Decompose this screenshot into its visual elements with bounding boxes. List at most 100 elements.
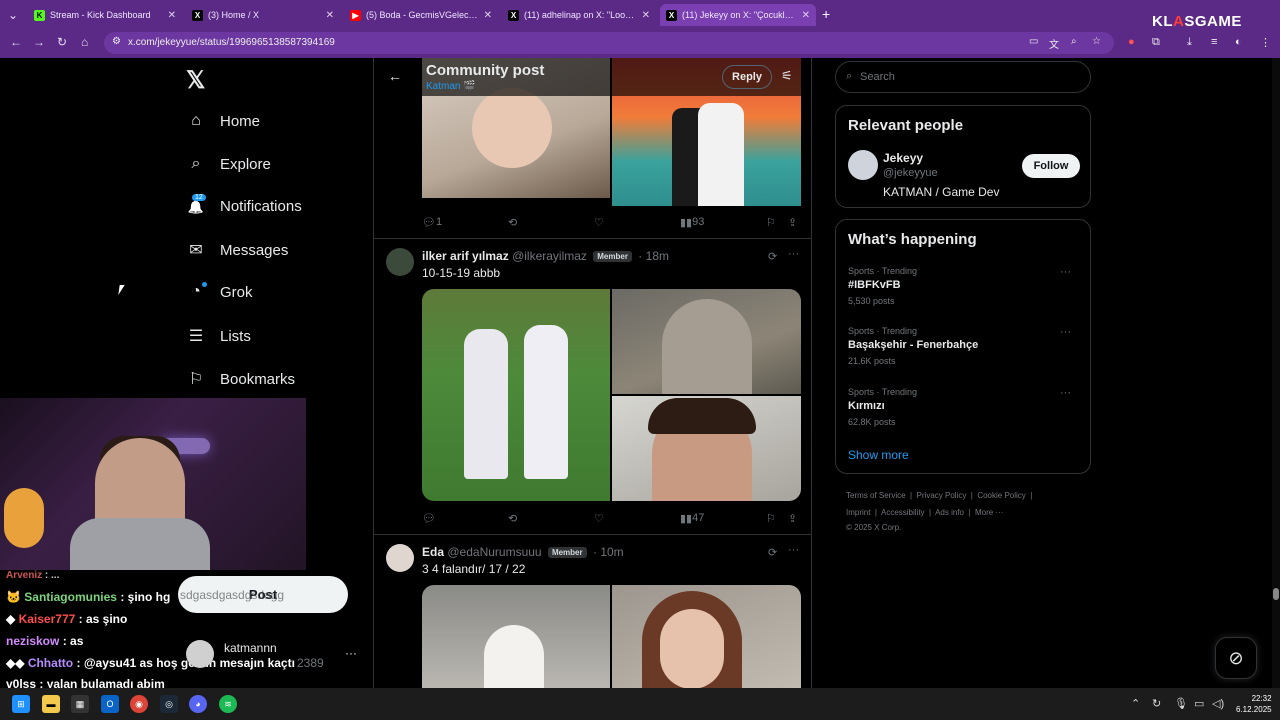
zoom-icon[interactable]: ⌕ bbox=[1071, 36, 1077, 47]
extensions-puzzle-icon[interactable]: ⧉ bbox=[1152, 36, 1160, 49]
profile-icon[interactable]: ◐ bbox=[1235, 36, 1242, 48]
follow-button[interactable]: Follow bbox=[1022, 154, 1080, 178]
share-icon[interactable]: ⇪ bbox=[788, 512, 797, 525]
discord-icon[interactable]: ◕ bbox=[189, 695, 207, 713]
community-name[interactable]: Katman 🎬 bbox=[426, 81, 476, 92]
taskbar-clock[interactable]: 22:32 6.12.2025 bbox=[1236, 693, 1272, 715]
forward-icon[interactable]: → bbox=[33, 35, 45, 49]
tweet-time[interactable]: 10m bbox=[600, 545, 623, 559]
menu-icon[interactable]: ⋮ bbox=[1260, 36, 1271, 49]
show-more-link[interactable]: Show more bbox=[848, 448, 909, 462]
back-icon[interactable]: ← bbox=[10, 35, 22, 49]
scrollbar-thumb[interactable] bbox=[1273, 588, 1279, 600]
more-icon[interactable]: ··· bbox=[1060, 266, 1071, 278]
retweet-icon[interactable]: ⟲ bbox=[508, 512, 517, 525]
more-icon[interactable]: ··· bbox=[788, 248, 799, 260]
account-switcher[interactable] bbox=[186, 640, 224, 668]
download-icon[interactable]: ⤓ bbox=[1187, 36, 1192, 49]
tweet-photo[interactable] bbox=[612, 396, 801, 501]
volume-icon[interactable]: ◁) bbox=[1212, 697, 1224, 710]
tweet-photo[interactable] bbox=[612, 289, 801, 394]
install-icon[interactable]: ▭ bbox=[1029, 36, 1038, 47]
chrome-icon[interactable]: ◉ bbox=[130, 695, 148, 713]
tab-kick[interactable]: K Stream - Kick Dashboard ✕ bbox=[28, 4, 182, 26]
footer-link[interactable]: Terms of Service bbox=[846, 491, 906, 500]
more-icon[interactable]: ··· bbox=[345, 646, 357, 660]
media-icon[interactable]: ≡ bbox=[1211, 36, 1217, 48]
site-info-icon[interactable]: ⚙ bbox=[112, 36, 121, 47]
close-icon[interactable]: ✕ bbox=[484, 10, 492, 21]
share-icon[interactable]: ⇪ bbox=[788, 216, 797, 229]
bookmark-star-icon[interactable]: ☆ bbox=[1092, 36, 1101, 47]
avatar[interactable] bbox=[848, 150, 878, 180]
author-handle[interactable]: @edaNurumsuuu bbox=[447, 545, 541, 559]
bookmark-icon[interactable]: ⚐ bbox=[766, 512, 776, 525]
author-handle[interactable]: @ilkerayilmaz bbox=[512, 249, 587, 263]
tab-x-adhelinap[interactable]: X (11) adhelinap on X: "Looks like ✕ bbox=[502, 4, 656, 26]
more-icon[interactable]: ··· bbox=[1060, 387, 1071, 399]
grok-fab-icon[interactable]: ⊘ bbox=[1215, 637, 1257, 679]
tweet-photo[interactable] bbox=[612, 585, 801, 688]
like-icon[interactable]: ♡ bbox=[594, 216, 604, 229]
translate-icon[interactable]: 文 bbox=[1049, 36, 1059, 51]
microphone-icon[interactable]: 🎙︎ bbox=[1174, 697, 1188, 710]
tray-app-icon[interactable]: ↻ bbox=[1152, 697, 1161, 710]
settings-sliders-icon[interactable]: ⚟ bbox=[781, 68, 793, 84]
footer-link[interactable]: Privacy Policy bbox=[917, 491, 967, 500]
like-icon[interactable]: ♡ bbox=[594, 512, 604, 525]
steam-icon[interactable]: ◎ bbox=[160, 695, 178, 713]
grok-explain-icon[interactable]: ⟳ bbox=[768, 546, 777, 559]
nav-grok[interactable]: ◔ Grok bbox=[186, 283, 252, 301]
trend-name[interactable]: #IBFKvFB bbox=[848, 279, 901, 291]
trend-name[interactable]: Başakşehir - Fenerbahçe bbox=[848, 339, 978, 351]
reply-button[interactable]: Reply bbox=[722, 65, 772, 89]
windows-start-icon[interactable]: ⊞ bbox=[12, 695, 30, 713]
close-icon[interactable]: ✕ bbox=[642, 10, 650, 21]
nav-lists[interactable]: ☰ Lists bbox=[186, 326, 251, 346]
address-bar[interactable]: ⚙ x.com/jekeyyue/status/1996965138587394… bbox=[104, 32, 1114, 54]
close-icon[interactable]: ✕ bbox=[802, 10, 810, 21]
tray-chevron-icon[interactable]: ⌃ bbox=[1131, 697, 1140, 710]
avatar[interactable] bbox=[386, 248, 414, 276]
reply-icon[interactable]: 💬︎ bbox=[422, 512, 436, 525]
monitor-icon[interactable]: ▭ bbox=[1194, 697, 1204, 710]
more-icon[interactable]: ··· bbox=[788, 544, 799, 556]
tab-x-home[interactable]: X (3) Home / X ✕ bbox=[186, 4, 340, 26]
footer-link[interactable]: Accessibility bbox=[881, 508, 925, 517]
nav-home[interactable]: ⌂ Home bbox=[186, 112, 260, 130]
reply-icon[interactable]: 💬︎ 1 bbox=[422, 216, 442, 229]
views-icon[interactable]: ▮▮ 47 bbox=[680, 512, 704, 525]
extension-icon[interactable]: ● bbox=[1128, 36, 1135, 48]
tab-x-jekeyy[interactable]: X (11) Jekeyy on X: "Çocukluğunu ✕ bbox=[660, 4, 816, 26]
bookmark-icon[interactable]: ⚐ bbox=[766, 216, 776, 229]
back-arrow-icon[interactable]: ← bbox=[388, 68, 402, 84]
tab-youtube[interactable]: ▶ (5) Boda - GecmisVGelecek (Offi ✕ bbox=[344, 4, 498, 26]
nav-explore[interactable]: ⌕ Explore bbox=[186, 155, 271, 173]
avatar[interactable] bbox=[386, 544, 414, 572]
trend-name[interactable]: Kırmızı bbox=[848, 400, 885, 412]
reload-icon[interactable]: ↻ bbox=[57, 35, 67, 49]
close-icon[interactable]: ✕ bbox=[168, 10, 176, 21]
author-name[interactable]: ilker arif yılmaz bbox=[422, 249, 509, 263]
file-explorer-icon[interactable]: ▬ bbox=[42, 695, 60, 713]
outlook-icon[interactable]: O bbox=[101, 695, 119, 713]
x-logo-icon[interactable]: 𝕏 bbox=[186, 66, 205, 95]
home-icon[interactable]: ⌂ bbox=[81, 35, 88, 49]
footer-link[interactable]: Cookie Policy bbox=[977, 491, 1025, 500]
spotify-icon[interactable]: ≋ bbox=[219, 695, 237, 713]
views-icon[interactable]: ▮▮ 93 bbox=[680, 216, 704, 229]
scrollbar[interactable] bbox=[1272, 58, 1280, 688]
nav-bookmarks[interactable]: ⚐ Bookmarks bbox=[186, 369, 295, 389]
nav-messages[interactable]: ✉ Messages bbox=[186, 240, 288, 260]
footer-link[interactable]: Imprint bbox=[846, 508, 870, 517]
author-name[interactable]: Eda bbox=[422, 545, 444, 559]
tab-search-icon[interactable]: ⌄ bbox=[8, 8, 18, 22]
person-handle[interactable]: @jekeyyue bbox=[883, 167, 938, 179]
new-tab-icon[interactable]: + bbox=[822, 6, 830, 22]
footer-link[interactable]: Ads info bbox=[935, 508, 964, 517]
tweet-photo[interactable] bbox=[422, 289, 610, 501]
close-icon[interactable]: ✕ bbox=[326, 10, 334, 21]
person-name[interactable]: Jekeyy bbox=[883, 151, 923, 165]
retweet-icon[interactable]: ⟲ bbox=[508, 216, 517, 229]
more-icon[interactable]: ··· bbox=[1060, 326, 1071, 338]
